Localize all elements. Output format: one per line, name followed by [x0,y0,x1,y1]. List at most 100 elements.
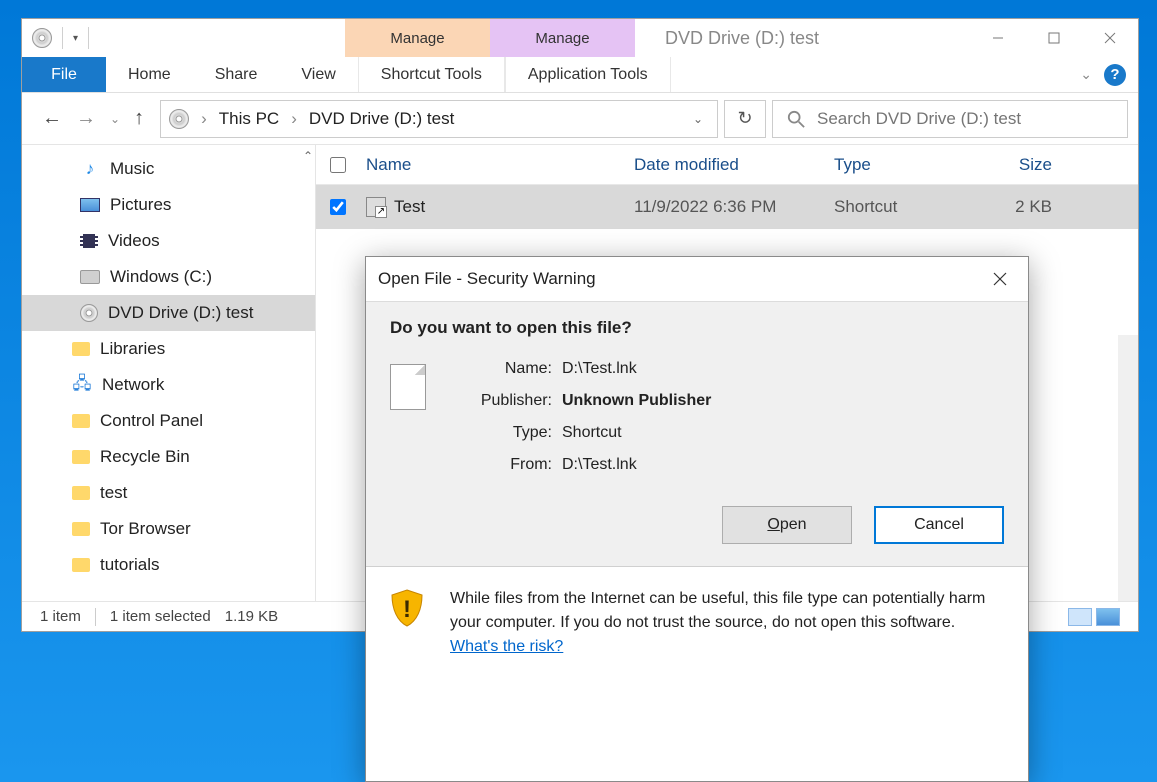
music-icon: ♪ [80,159,100,179]
pictures-icon [80,198,100,212]
tree-item-music[interactable]: ♪ Music [22,151,315,187]
file-icon [390,364,426,410]
value-from: D:\Test.lnk [562,456,711,474]
tree-item-test[interactable]: test [22,475,315,511]
status-count: 1 item [40,608,81,625]
disc-icon [80,304,98,322]
tree-item-control-panel[interactable]: Control Panel [22,403,315,439]
open-button[interactable]: Open [722,506,852,544]
disc-icon [169,109,189,129]
qat-separator [62,27,63,49]
contextual-tab-application[interactable]: Manage [490,19,635,57]
navigation-bar: ← → ⌄ ↑ › This PC › DVD Drive (D:) test … [22,93,1138,145]
whats-the-risk-link[interactable]: What's the risk? [450,638,563,655]
tree-scroll-up-icon[interactable]: ⌃ [303,149,313,163]
tree-label: tutorials [100,555,160,575]
tree-label: Videos [108,231,160,251]
tree-item-tutorials[interactable]: tutorials [22,547,315,583]
status-selection: 1 item selected [110,608,211,625]
col-checkbox[interactable] [330,157,366,173]
libraries-icon [72,342,90,356]
window-controls [970,19,1138,57]
dialog-buttons: Open Cancel [390,506,1004,544]
tab-home[interactable]: Home [106,57,193,92]
col-size[interactable]: Size [962,155,1052,175]
tree-label: Music [110,159,154,179]
search-input[interactable] [817,109,1113,129]
qat-separator [88,27,89,49]
nav-arrows: ← → ⌄ ↑ [32,107,154,130]
close-button[interactable] [1082,19,1138,57]
back-button[interactable]: ← [42,107,62,130]
dialog-close-button[interactable] [984,263,1016,295]
tree-item-dvd-drive[interactable]: DVD Drive (D:) test [22,295,315,331]
tab-share[interactable]: Share [193,57,280,92]
dialog-question: Do you want to open this file? [390,318,1004,338]
recycle-bin-icon [72,450,90,464]
tree-item-tor-browser[interactable]: Tor Browser [22,511,315,547]
col-type[interactable]: Type [834,155,962,175]
forward-button[interactable]: → [76,107,96,130]
quick-access-toolbar: ▾ [22,19,345,57]
thumbnails-view-toggle[interactable] [1096,608,1120,626]
col-date[interactable]: Date modified [634,155,834,175]
tree-item-recycle-bin[interactable]: Recycle Bin [22,439,315,475]
tree-item-videos[interactable]: Videos [22,223,315,259]
tree-label: Network [102,375,164,395]
col-name[interactable]: Name [366,155,634,175]
file-date: 11/9/2022 6:36 PM [634,197,834,217]
address-dropdown-icon[interactable]: ⌄ [693,112,709,126]
ribbon-expand-icon[interactable]: ⌄ [1080,66,1092,83]
tab-shortcut-tools[interactable]: Shortcut Tools [358,57,505,92]
file-row[interactable]: Test 11/9/2022 6:36 PM Shortcut 2 KB [316,185,1138,229]
tree-item-network[interactable]: 🖧Network [22,367,315,403]
refresh-button[interactable]: ↻ [724,100,766,138]
tree-label: Tor Browser [100,519,191,539]
folder-icon [72,522,90,536]
chevron-right-icon[interactable]: › [289,109,299,129]
file-name: Test [394,197,634,217]
shield-warning-icon: ! [386,587,428,629]
value-publisher: Unknown Publisher [562,392,711,410]
dialog-warning-panel: ! While files from the Internet can be u… [366,566,1028,781]
tab-application-tools[interactable]: Application Tools [505,57,671,92]
tree-item-libraries[interactable]: Libraries [22,331,315,367]
row-checkbox[interactable] [330,199,346,215]
contextual-tabs: Manage Manage [345,19,635,57]
minimize-button[interactable] [970,19,1026,57]
crumb-current[interactable]: DVD Drive (D:) test [309,109,454,129]
up-button[interactable]: ↑ [134,107,144,130]
select-all-checkbox[interactable] [330,157,346,173]
value-type: Shortcut [562,424,711,442]
qat-customize-icon[interactable]: ▾ [73,33,78,44]
contextual-tab-shortcut[interactable]: Manage [345,19,490,57]
details-view-toggle[interactable] [1068,608,1092,626]
tab-view[interactable]: View [279,57,357,92]
help-icon[interactable]: ? [1104,64,1126,86]
recent-dropdown-icon[interactable]: ⌄ [110,112,120,126]
navigation-tree[interactable]: ⌃ ♪ Music Pictures Videos Windows (C:) DV… [22,145,316,601]
label-publisher: Publisher: [452,392,562,410]
vertical-scrollbar[interactable] [1118,335,1138,601]
search-box[interactable] [772,100,1128,138]
control-panel-icon [72,414,90,428]
tree-label: test [100,483,127,503]
address-bar[interactable]: › This PC › DVD Drive (D:) test ⌄ [160,100,718,138]
status-separator [95,608,96,626]
window-title: DVD Drive (D:) test [635,19,970,57]
security-warning-dialog: Open File - Security Warning Do you want… [365,256,1029,782]
file-tab[interactable]: File [22,57,106,92]
tree-label: Windows (C:) [110,267,212,287]
cancel-button[interactable]: Cancel [874,506,1004,544]
disc-icon [32,28,52,48]
tree-item-pictures[interactable]: Pictures [22,187,315,223]
maximize-button[interactable] [1026,19,1082,57]
row-checkbox-cell[interactable] [330,199,366,215]
sort-indicator-icon: ⌃ [484,145,492,152]
warning-message: While files from the Internet can be use… [450,590,985,631]
status-size: 1.19 KB [225,608,278,625]
crumb-this-pc[interactable]: This PC [219,109,279,129]
folder-icon [72,486,90,500]
tree-item-windows-c[interactable]: Windows (C:) [22,259,315,295]
chevron-right-icon[interactable]: › [199,109,209,129]
